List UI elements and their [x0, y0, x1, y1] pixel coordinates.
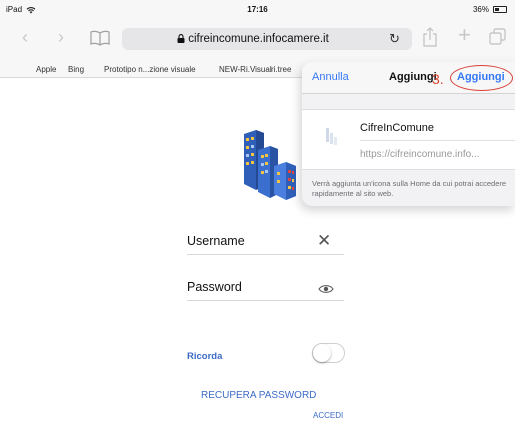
add-to-home-popover: Annulla Aggiungi 3. Aggiungi CifreInComu…	[302, 62, 515, 206]
bookmark-item[interactable]: NEW-Ri.Visual	[219, 65, 272, 74]
new-tab-icon[interactable]: +	[458, 24, 471, 46]
battery-icon	[493, 6, 507, 13]
username-label[interactable]: Username	[187, 234, 245, 248]
address-bar[interactable]: cifreincomune.infocamere.it ↻	[122, 28, 412, 50]
popover-divider	[360, 140, 515, 141]
back-icon[interactable]: ‹	[22, 28, 28, 46]
browser-toolbar: ‹ › cifreincomune.infocamere.it ↻ +	[0, 20, 515, 62]
add-button[interactable]: Aggiungi	[457, 71, 505, 83]
bookmarks-icon[interactable]	[90, 30, 110, 46]
tabs-icon[interactable]	[489, 28, 506, 45]
eye-icon[interactable]	[318, 284, 334, 294]
bookmark-item[interactable]: ri.tree	[271, 65, 291, 74]
step-annotation: 3.	[432, 71, 444, 87]
status-time: 17:16	[247, 5, 268, 14]
battery-percent: 36%	[472, 5, 489, 14]
site-favicon-icon	[326, 128, 337, 145]
popover-title: Aggiungi	[389, 71, 437, 83]
popover-header: Annulla Aggiungi 3. Aggiungi	[302, 62, 515, 94]
remember-toggle[interactable]	[312, 343, 345, 363]
reload-icon[interactable]: ↻	[389, 31, 400, 47]
cancel-button[interactable]: Annulla	[312, 71, 349, 83]
bookmark-item[interactable]: Bing	[68, 65, 84, 74]
recover-password-link[interactable]: RECUPERA PASSWORD	[201, 390, 316, 401]
lock-icon	[177, 34, 185, 43]
status-bar: iPad 17:16 36%	[0, 0, 515, 20]
site-url: https://cifreincomune.info...	[360, 149, 480, 160]
popover-site-card: CifreInComune https://cifreincomune.info…	[302, 109, 515, 170]
forward-icon[interactable]: ›	[58, 28, 64, 46]
site-name-input[interactable]: CifreInComune	[360, 122, 434, 134]
remember-label: Ricorda	[187, 351, 223, 362]
ipad-screen: iPad 17:16 36% ‹ › cifreincomune.infocam	[0, 0, 515, 424]
cifreincomune-logo	[244, 130, 296, 200]
url-display: cifreincomune.infocamere.it	[122, 33, 384, 45]
password-label[interactable]: Password	[187, 280, 242, 294]
popover-note: Verrà aggiunta un'icona sulla Home da cu…	[312, 179, 507, 198]
url-text: cifreincomune.infocamere.it	[188, 33, 329, 45]
password-field-underline	[187, 300, 344, 301]
login-button[interactable]: ACCEDI	[313, 411, 343, 420]
status-right: 36%	[473, 5, 507, 14]
bookmark-item[interactable]: Apple	[36, 65, 56, 74]
username-field-underline	[187, 254, 344, 255]
clear-icon[interactable]: ✕	[317, 232, 331, 249]
share-icon[interactable]	[423, 27, 437, 47]
bookmark-item[interactable]: Prototipo n...zione visuale	[104, 65, 196, 74]
toggle-knob	[313, 344, 331, 362]
